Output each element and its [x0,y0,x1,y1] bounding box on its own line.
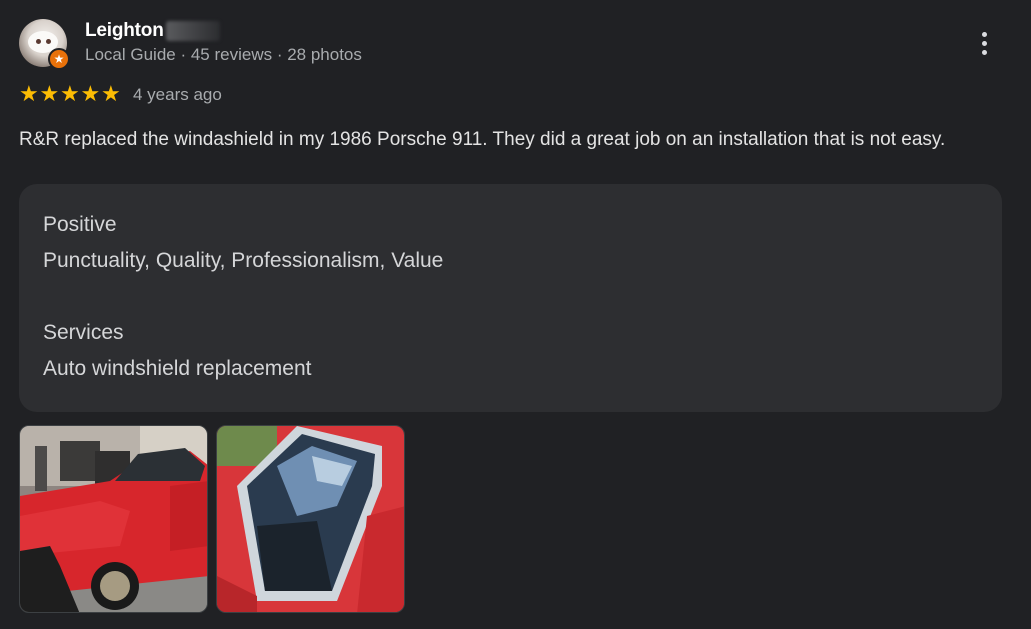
review-card: ★ Leighton Local Guide · 45 reviews · 28… [0,0,1031,629]
photo-windshield-closeup[interactable] [216,425,405,613]
attribute-title-positive: Positive [43,213,117,236]
reviewer-name[interactable]: Leighton [85,20,164,42]
more-vert-icon [981,31,987,55]
star-icon: ★ [39,82,60,107]
reviewer-name-row[interactable]: Leighton [85,20,220,42]
attribute-title-services: Services [43,321,124,344]
attribute-value-services: Auto windshield replacement [43,357,312,380]
local-guide-star-icon: ★ [48,48,70,70]
more-options-button[interactable] [970,28,998,58]
review-time: 4 years ago [133,85,222,104]
attribute-value-positive: Punctuality, Quality, Professionalism, V… [43,249,444,272]
avatar-eye-right [46,39,51,44]
review-text: R&R replaced the windashield in my 1986 … [19,129,946,150]
star-icon: ★ [19,82,39,107]
star-icon: ★ [60,82,80,107]
redacted-surname [165,21,220,41]
photo-red-porsche-garage[interactable] [19,425,208,613]
star-icon: ★ [101,82,121,107]
star-icon: ★ [80,82,101,107]
review-attributes-card: Positive Punctuality, Quality, Professio… [19,184,1002,412]
star-rating: ★ ★ ★ ★ ★ [19,84,122,106]
reviewer-meta[interactable]: Local Guide · 45 reviews · 28 photos [85,45,362,65]
reviewer-avatar[interactable]: ★ [19,19,70,70]
avatar-eye-left [36,39,41,44]
